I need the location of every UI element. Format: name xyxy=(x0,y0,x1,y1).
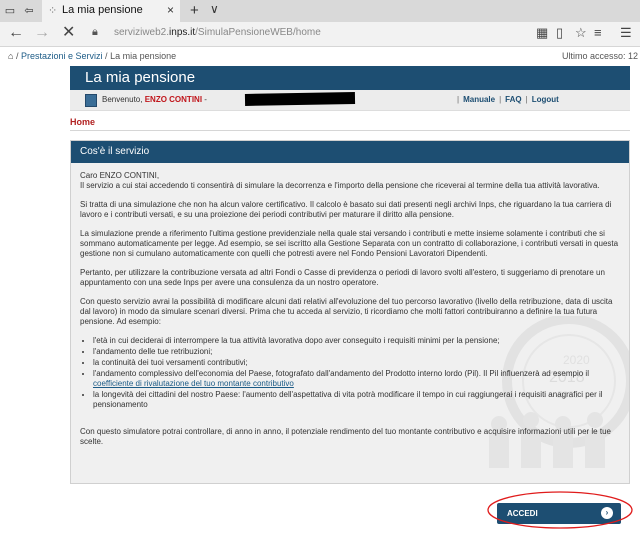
home-link[interactable]: Home xyxy=(70,117,95,127)
service-info-card: Cos'è il servizio 2020 2018 2030 Caro EN… xyxy=(70,140,630,484)
tab-aside-icon[interactable]: ⇦ xyxy=(22,4,36,18)
loading-icon: ⁘ xyxy=(48,5,58,17)
tab-overview-icon[interactable]: ▭ xyxy=(3,4,17,18)
extension-icon[interactable]: ▦ xyxy=(536,25,548,41)
faq-link[interactable]: FAQ xyxy=(505,95,521,104)
list-item: la longevità dei cittadini del nostro Pa… xyxy=(93,390,620,410)
breadcrumb: ⌂ / Prestazioni e Servizi / La mia pensi… xyxy=(8,51,177,61)
home-icon[interactable]: ⌂ xyxy=(8,51,13,61)
card-title: Cos'è il servizio xyxy=(80,146,150,157)
paragraph-5: Con questo servizio avrai la possibilità… xyxy=(80,297,613,326)
user-bar: Benvenuto, ENZO CONTINI - | Manuale | FAQ | L… xyxy=(70,90,630,111)
manual-link[interactable]: Manuale xyxy=(463,95,495,104)
url-text: serviziweb2.inps.it/SimulaPensioneWEB/ho… xyxy=(114,27,321,38)
page-title: La mia pensione xyxy=(85,69,196,86)
reading-view-icon[interactable]: ▯ xyxy=(556,25,563,41)
lock-icon: 🔒︎ xyxy=(92,26,98,38)
page-header: La mia pensione xyxy=(70,66,630,90)
list-item: l'andamento delle tue retribuzioni; xyxy=(93,347,620,357)
coefficient-link[interactable]: coefficiente di rivalutazione del tuo mo… xyxy=(93,379,294,388)
back-button[interactable]: ← xyxy=(8,24,24,42)
card-header: Cos'è il servizio xyxy=(71,141,629,163)
accedi-label: ACCEDI xyxy=(507,509,538,518)
address-bar[interactable]: 🔒︎ serviziweb2.inps.it/SimulaPensioneWEB… xyxy=(92,25,512,43)
factors-list: l'età in cui deciderai di interrompere l… xyxy=(80,336,620,410)
browser-tab[interactable]: ⁘ La mia pensione × xyxy=(42,0,180,22)
divider xyxy=(70,130,630,131)
list-item: l'età in cui deciderai di interrompere l… xyxy=(93,336,620,346)
user-avatar-icon xyxy=(85,94,97,107)
tab-title: La mia pensione xyxy=(62,4,143,16)
card-body: Caro ENZO CONTINI, Il servizio a cui stai… xyxy=(80,171,620,456)
last-access: Ultimo accesso: 12 xyxy=(561,51,638,61)
logout-link[interactable]: Logout xyxy=(532,95,559,104)
forward-button[interactable]: → xyxy=(34,24,50,42)
accedi-button[interactable]: ACCEDI › xyxy=(497,503,621,524)
tab-close-icon[interactable]: × xyxy=(167,3,174,17)
intro-paragraph: Caro ENZO CONTINI, Il servizio a cui stai… xyxy=(80,171,600,190)
list-item: l'andamento complessivo dell'economia de… xyxy=(93,369,620,389)
list-item: la continuità dei tuoi versamenti contri… xyxy=(93,358,620,368)
paragraph-2: Si tratta di una simulazione che non ha … xyxy=(80,200,612,219)
user-name: ENZO CONTINI xyxy=(144,95,203,104)
paragraph-3: La simulazione prende a riferimento l'ul… xyxy=(80,229,619,258)
paragraph-4: Pertanto, per utilizzare la contribuzion… xyxy=(80,268,605,287)
breadcrumb-prestazioni[interactable]: Prestazioni e Servizi xyxy=(21,51,103,61)
arrow-right-icon: › xyxy=(601,507,613,519)
stop-button[interactable]: ✕ xyxy=(62,24,75,42)
favorite-star-icon[interactable]: ☆ xyxy=(575,25,587,41)
browser-nav-bar: ← → ✕ 🔒︎ serviziweb2.inps.it/SimulaPensi… xyxy=(0,22,640,47)
menu-icon[interactable]: ☰ xyxy=(620,25,632,41)
new-tab-button[interactable]: + xyxy=(190,2,199,19)
browser-tab-bar: ▭ ⇦ ⁘ La mia pensione × + ∨ xyxy=(0,0,640,22)
user-links: | Manuale | FAQ | Logout xyxy=(457,95,559,104)
tab-list-icon[interactable]: ∨ xyxy=(210,2,219,16)
closing-paragraph: Con questo simulatore potrai controllare… xyxy=(80,427,611,446)
welcome-text: Benvenuto, ENZO CONTINI - xyxy=(102,95,207,104)
redaction-bar xyxy=(244,92,356,106)
hub-icon[interactable]: ≡ xyxy=(594,25,602,41)
breadcrumb-current: La mia pensione xyxy=(110,51,177,61)
